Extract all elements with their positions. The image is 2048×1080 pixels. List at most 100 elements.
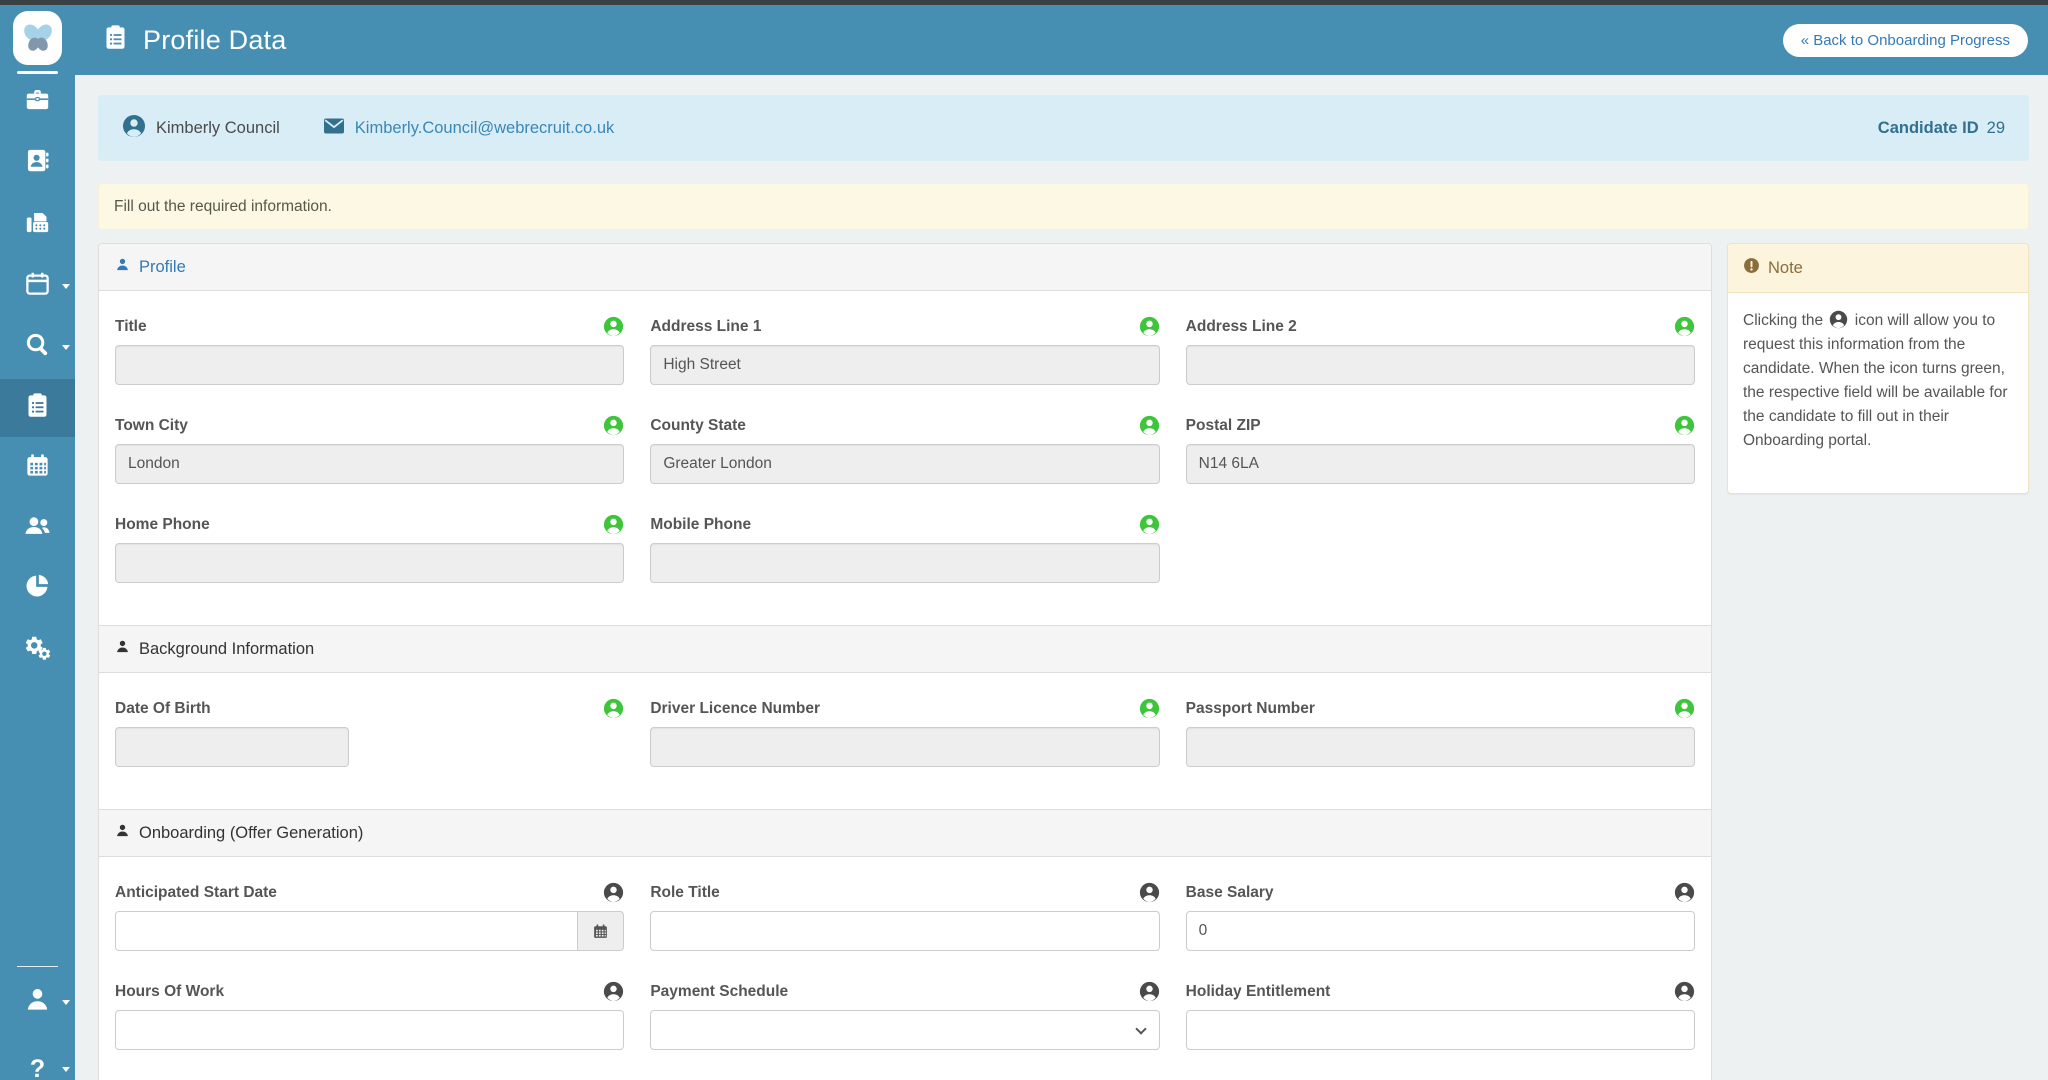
sidebar-item-users[interactable] (0, 499, 75, 557)
candidate-name: Kimberly Council (156, 119, 280, 138)
search-icon (24, 331, 51, 363)
sidebar-item-address-book[interactable] (0, 134, 75, 192)
clipboard-icon (24, 392, 51, 424)
candidate-id-value: 29 (1987, 119, 2005, 137)
page-title: Profile Data (143, 25, 286, 56)
date-of-birth-input (115, 727, 349, 767)
field-label: Base Salary (1186, 884, 1274, 902)
field-payment-schedule: Payment Schedule (650, 981, 1159, 1050)
chevron-down-icon (62, 1067, 70, 1072)
sidebar-item-fax[interactable] (0, 196, 75, 254)
note-text: icon will allow you to request this info… (1743, 312, 2008, 449)
payment-schedule-select[interactable] (650, 1010, 1159, 1050)
field-passport-number: Passport Number (1186, 698, 1695, 767)
sidebar-item-user[interactable] (0, 973, 75, 1031)
pie-chart-icon (24, 572, 51, 604)
base-salary-input[interactable] (1186, 911, 1695, 951)
required-info-alert: Fill out the required information. (98, 183, 2029, 230)
field-label: Holiday Entitlement (1186, 983, 1331, 1001)
sidebar-item-calendar[interactable] (0, 257, 75, 315)
field-mobile-phone: Mobile Phone (650, 514, 1159, 583)
request-from-candidate-icon[interactable] (1139, 415, 1160, 436)
request-from-candidate-icon[interactable] (1674, 698, 1695, 719)
request-from-candidate-icon[interactable] (1674, 882, 1695, 903)
butterfly-logo-icon (19, 19, 57, 57)
app-logo[interactable] (13, 11, 62, 65)
request-from-candidate-icon[interactable] (603, 316, 624, 337)
role-title-input[interactable] (650, 911, 1159, 951)
section-body-onboarding-offer-generation: Anticipated Start DateRole TitleBase Sal… (99, 857, 1711, 1080)
user-icon (24, 986, 51, 1018)
section-heading-profile: Profile (99, 244, 1711, 291)
section-body-background-information: Date Of Birth Driver Licence Number Passpo… (99, 673, 1711, 809)
main-content: Kimberly Council Kimberly.Council@webrec… (75, 75, 2048, 1080)
calendar-addon-button[interactable] (578, 911, 624, 951)
holiday-entitlement-input[interactable] (1186, 1010, 1695, 1050)
back-to-onboarding-button[interactable]: « Back to Onboarding Progress (1783, 24, 2028, 57)
field-town-city: Town City (115, 415, 624, 484)
request-from-candidate-icon[interactable] (1674, 415, 1695, 436)
title-input (115, 345, 624, 385)
note-header: Note (1728, 244, 2028, 293)
chevron-down-icon (62, 1000, 70, 1005)
section-heading-background-information: Background Information (99, 625, 1711, 673)
anticipated-start-date-input[interactable] (115, 911, 578, 951)
sidebar-item-search[interactable] (0, 318, 75, 376)
calendar-icon (24, 270, 51, 302)
field-label: Role Title (650, 884, 719, 902)
field-title: Title (115, 316, 624, 385)
chevron-down-icon (62, 284, 70, 289)
request-from-candidate-icon[interactable] (1674, 316, 1695, 337)
top-strip (0, 0, 2048, 5)
section-title: Profile (139, 258, 186, 277)
address-line-1-input (650, 345, 1159, 385)
candidate-email-link[interactable]: Kimberly.Council@webrecruit.co.uk (355, 119, 614, 138)
field-county-state: County State (650, 415, 1159, 484)
request-from-candidate-icon[interactable] (1139, 698, 1160, 719)
driver-licence-number-input (650, 727, 1159, 767)
field-postal-zip: Postal ZIP (1186, 415, 1695, 484)
request-from-candidate-icon[interactable] (1139, 882, 1160, 903)
sidebar: ? (0, 5, 75, 1080)
field-label: County State (650, 417, 746, 435)
candidate-id: Candidate ID29 (1878, 119, 2005, 138)
gears-icon (24, 634, 51, 666)
sidebar-item-pie-chart[interactable] (0, 559, 75, 617)
sidebar-item-help[interactable]: ? (0, 1040, 75, 1080)
note-text: Clicking the (1743, 312, 1823, 329)
section-title: Onboarding (Offer Generation) (139, 824, 363, 843)
field-date-of-birth: Date Of Birth (115, 698, 624, 767)
request-from-candidate-icon[interactable] (603, 882, 624, 903)
question-mark-icon: ? (30, 1055, 45, 1080)
briefcase-icon (24, 86, 51, 118)
request-from-candidate-icon[interactable] (1139, 316, 1160, 337)
request-from-candidate-icon[interactable] (603, 698, 624, 719)
sidebar-item-calendar-grid[interactable] (0, 439, 75, 497)
address-line-2-input (1186, 345, 1695, 385)
field-label: Address Line 1 (650, 318, 761, 336)
sidebar-item-gears[interactable] (0, 621, 75, 679)
candidate-bar: Kimberly Council Kimberly.Council@webrec… (98, 95, 2029, 161)
envelope-icon (322, 114, 346, 143)
field-label: Driver Licence Number (650, 700, 820, 718)
field-label: Home Phone (115, 516, 210, 534)
request-from-candidate-icon[interactable] (603, 415, 624, 436)
note-title: Note (1768, 259, 1803, 278)
sidebar-item-briefcase[interactable] (0, 73, 75, 131)
field-address-line-1: Address Line 1 (650, 316, 1159, 385)
request-from-candidate-icon[interactable] (1139, 981, 1160, 1002)
note-panel: Note Clicking the icon will allow you to… (1727, 243, 2029, 494)
field-hours-of-work: Hours Of Work (115, 981, 624, 1050)
users-icon (24, 512, 51, 544)
sidebar-item-clipboard[interactable] (0, 379, 75, 437)
user-circle-icon (1829, 310, 1848, 329)
request-from-candidate-icon[interactable] (603, 981, 624, 1002)
request-from-candidate-icon[interactable] (1674, 981, 1695, 1002)
field-label: Mobile Phone (650, 516, 751, 534)
request-from-candidate-icon[interactable] (603, 514, 624, 535)
hours-of-work-input[interactable] (115, 1010, 624, 1050)
mobile-phone-input (650, 543, 1159, 583)
chevron-down-icon (1135, 1023, 1146, 1034)
request-from-candidate-icon[interactable] (1139, 514, 1160, 535)
field-label: Postal ZIP (1186, 417, 1261, 435)
